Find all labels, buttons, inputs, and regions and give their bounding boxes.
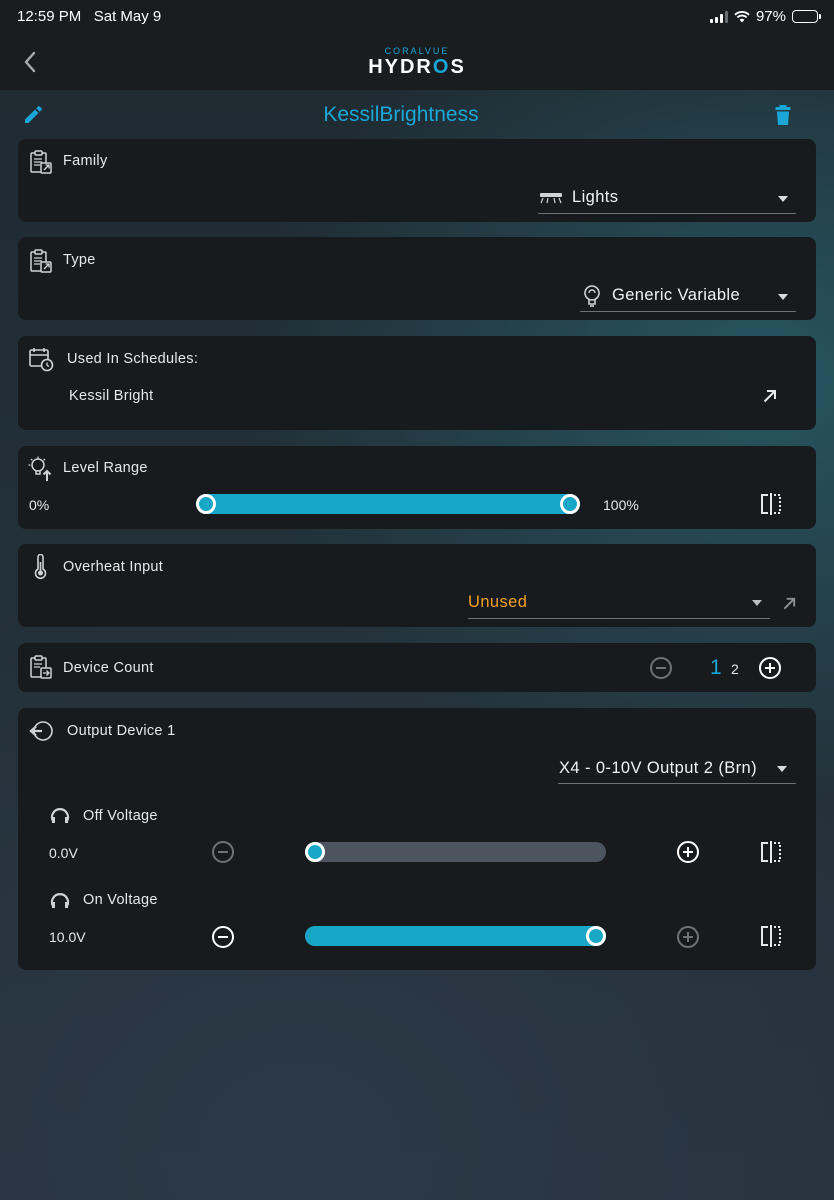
slider-thumb[interactable] [586, 926, 606, 946]
device-count-card: Device Count 1 2 [18, 643, 816, 692]
light-fixture-icon [540, 193, 562, 204]
status-bar: 12:59 PM Sat May 9 97% [0, 0, 834, 34]
calendar-clock-icon [29, 348, 54, 372]
logo-main-post: S [450, 56, 466, 78]
type-select[interactable]: Generic Variable [580, 280, 796, 312]
family-label: Family [63, 153, 108, 169]
chevron-down-icon [752, 600, 762, 606]
off-voltage-increment-button[interactable] [677, 841, 699, 863]
type-value: Generic Variable [612, 286, 741, 304]
overheat-select[interactable]: Unused [468, 587, 770, 619]
nav-bar: CORALVUE HYDROS [0, 34, 834, 90]
split-icon[interactable] [760, 925, 782, 947]
chevron-left-icon [24, 51, 36, 73]
family-value: Lights [572, 188, 619, 206]
title-row: KessilBrightness [0, 96, 834, 134]
output-arrow-icon [29, 721, 53, 741]
delete-button[interactable] [772, 103, 794, 127]
logo-top-text: CORALVUE [384, 46, 450, 56]
clipboard-link-icon [30, 249, 52, 273]
increment-count-button[interactable] [759, 657, 781, 679]
family-card: Family Lights [18, 139, 816, 222]
off-voltage-slider[interactable] [305, 842, 606, 862]
on-voltage-increment-button[interactable] [677, 926, 699, 948]
off-voltage-decrement-button[interactable] [212, 841, 234, 863]
type-label: Type [63, 252, 96, 268]
slider-fill [305, 926, 606, 946]
logo-main-pre: HYDR [368, 56, 433, 78]
thermometer-icon [34, 554, 47, 580]
page-title: KessilBrightness [323, 103, 479, 126]
device-count-option[interactable]: 2 [731, 661, 739, 677]
overheat-label: Overheat Input [63, 559, 164, 575]
date-text: Sat May 9 [93, 8, 162, 25]
bulb-icon [584, 285, 600, 307]
device-count-label: Device Count [63, 660, 154, 676]
schedules-card: Used In Schedules: Kessil Bright [18, 336, 816, 430]
clipboard-link-icon [30, 150, 52, 174]
type-card: Type Generic Variable [18, 237, 816, 320]
level-range-card: Level Range 0% 100% [18, 446, 816, 529]
battery-icon [792, 10, 821, 23]
logo-main-text: HYDROS [367, 56, 467, 78]
level-range-label: Level Range [63, 460, 148, 476]
bulb-up-icon [28, 456, 52, 481]
output-device-value: X4 - 0-10V Output 2 (Brn) [559, 759, 758, 777]
output-device-label: Output Device 1 [67, 723, 176, 739]
level-range-slider[interactable] [196, 494, 580, 514]
on-voltage-label: On Voltage [83, 892, 158, 908]
status-time: 12:59 PM Sat May 9 [17, 8, 161, 25]
chevron-down-icon [778, 196, 788, 202]
output-device-select[interactable]: X4 - 0-10V Output 2 (Brn) [558, 752, 796, 784]
schedule-item[interactable]: Kessil Bright [69, 388, 154, 404]
trash-icon [775, 105, 791, 125]
cellular-signal-icon [709, 10, 728, 23]
clipboard-arrow-icon [30, 655, 52, 679]
device-count-selected[interactable]: 1 [710, 656, 722, 680]
gauge-icon [50, 893, 70, 908]
on-voltage-slider[interactable] [305, 926, 606, 946]
output-device-card: Output Device 1 X4 - 0-10V Output 2 (Brn… [18, 708, 816, 970]
battery-percent: 97% [755, 8, 786, 25]
wifi-icon [734, 10, 750, 23]
off-voltage-label: Off Voltage [83, 808, 158, 824]
gauge-icon [50, 808, 70, 823]
family-select[interactable]: Lights [538, 182, 796, 214]
chevron-down-icon [777, 766, 787, 772]
split-icon[interactable] [760, 493, 782, 515]
back-button[interactable] [16, 48, 44, 76]
on-voltage-value: 10.0V [49, 929, 86, 945]
off-voltage-value: 0.0V [49, 845, 78, 861]
arrow-up-right-icon[interactable] [762, 388, 778, 404]
overheat-value: Unused [468, 593, 528, 611]
slider-thumb-high[interactable] [560, 494, 580, 514]
chevron-down-icon [778, 294, 788, 300]
schedules-label: Used In Schedules: [67, 351, 199, 367]
arrow-up-right-icon[interactable] [782, 596, 797, 611]
hydros-logo: CORALVUE HYDROS [367, 46, 467, 78]
logo-main-o: O [432, 56, 451, 78]
time-text: 12:59 PM [17, 8, 82, 25]
level-max-label: 100% [603, 497, 639, 513]
on-voltage-decrement-button[interactable] [212, 926, 234, 948]
decrement-count-button[interactable] [650, 657, 672, 679]
level-min-label: 0% [29, 497, 50, 513]
slider-thumb[interactable] [305, 842, 325, 862]
status-indicators: 97% [709, 8, 821, 25]
split-icon[interactable] [760, 841, 782, 863]
slider-thumb-low[interactable] [196, 494, 216, 514]
overheat-card: Overheat Input Unused [18, 544, 816, 627]
